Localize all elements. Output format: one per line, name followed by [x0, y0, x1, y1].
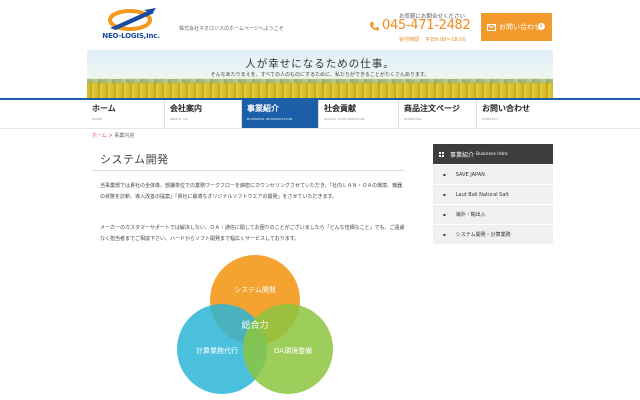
sidebar-item-laut-bali[interactable]: ▪ Laut Bali Natural Salt [433, 184, 553, 204]
sidebar-heading: 事業紹介 Business Intro [433, 144, 553, 164]
nav-sublabel: BUSINESS INTRODUCTION [247, 117, 293, 121]
nav-item-about[interactable]: 会社案内 ABOUT US [165, 100, 242, 128]
grid-icon [439, 151, 444, 157]
sidebar-item-save-japan[interactable]: ▪ SAVE JAPAN [433, 164, 553, 184]
nav-sublabel: ABOUT US [170, 117, 188, 121]
phone-icon [370, 21, 380, 31]
sidebar-item-system-dev[interactable]: ▪ システム開発・計算業務 [433, 224, 553, 244]
nav-bottom-border [0, 128, 640, 129]
nav-label: ホーム [92, 104, 116, 113]
bullet-icon: ▪ [443, 192, 446, 197]
nav-label: 社会貢献 [324, 104, 356, 113]
venn-label-right: OA環境整備 [274, 346, 312, 355]
nav-sublabel: SOCIAL CONTRIBUTION [324, 117, 365, 121]
nav-item-home[interactable]: ホーム HOME [87, 100, 165, 128]
logo-text: NEO-LOGIS,Inc. [102, 32, 160, 40]
nav-item-business[interactable]: 事業紹介 BUSINESS INTRODUCTION [242, 100, 319, 128]
intro-paragraph: 当事業部では貴社の全体像、部課単位での業務ワークフローを綿密にカウンセリングさせ… [100, 183, 403, 200]
sidebar-item-label: SAVE JAPAN [455, 171, 485, 178]
nav-sublabel: CONTACT [482, 117, 499, 121]
site-header: NEO-LOGIS,Inc. 株式会社ネオロジスのホームページへようこそ お気軽… [0, 0, 640, 50]
bullet-icon: ▪ [443, 172, 446, 177]
sidebar-heading-label: 事業紹介 [450, 151, 475, 159]
sidebar-heading-en: Business Intro [476, 151, 508, 157]
nav-item-social[interactable]: 社会貢献 SOCIAL CONTRIBUTION [319, 100, 399, 128]
breadcrumb-home-link[interactable]: ホーム [92, 133, 107, 139]
bullet-icon: ▪ [443, 232, 446, 237]
page-title: システム開発 [100, 153, 169, 166]
sidebar-item-label: 海外・輸出入 [455, 212, 486, 218]
venn-label-center: 総合力 [241, 319, 268, 331]
nav-item-shopping[interactable]: 商品注文ページ SHOPPING [399, 100, 477, 128]
inquiry-button-label: お問い合わせ [499, 23, 541, 31]
hero-banner: 人が幸せになるための仕事。 そんなあたりまえを、すべての人のものにするために、私… [87, 50, 553, 99]
arrow-right-icon: ▸ [538, 23, 545, 30]
business-hours: 平日9:00〜18:00 [425, 37, 466, 43]
nav-label: 事業紹介 [247, 104, 279, 113]
welcome-text: 株式会社ネオロジスのホームページへようこそ [179, 26, 284, 32]
support-paragraph: メーカーのカスタマーサポートでは解決しない、ＯＡ・通信に関してお困りのことがござ… [100, 225, 405, 242]
inquiry-button[interactable]: お問い合わせ ▸ [481, 13, 552, 41]
sidebar-item-label: システム開発・計算業務 [455, 232, 511, 238]
breadcrumb-current: 事業内容 [114, 133, 135, 139]
phone-number[interactable]: 045-471-2482 [382, 18, 471, 33]
hero-title: 人が幸せになるための仕事。 [245, 58, 395, 70]
sidebar-item-label: Laut Bali Natural Salt [455, 191, 509, 198]
bullet-icon: ▪ [443, 212, 446, 217]
venn-label-top: システム開発 [234, 285, 276, 294]
sidebar: 事業紹介 Business Intro ▪ SAVE JAPAN ▪ Laut … [433, 144, 553, 244]
venn-label-left: 計算業務代行 [196, 346, 238, 355]
nav-label: 商品注文ページ [404, 104, 460, 113]
nav-label: お問い合わせ [482, 104, 530, 113]
hours-label: 受付時間 [399, 37, 420, 43]
title-divider [92, 170, 405, 171]
nav-label: 会社案内 [170, 104, 202, 113]
hero-subtitle: そんなあたりまえを、すべての人のものにするために、私たちができることがたくさんあ… [210, 72, 430, 78]
breadcrumb: ホーム > 事業内容 [92, 132, 134, 139]
venn-diagram: システム開発 計算業務代行 OA環境整備 総合力 [170, 255, 340, 400]
rapeseed-field-image [87, 83, 553, 99]
company-logo[interactable]: NEO-LOGIS,Inc. [100, 6, 162, 44]
nav-item-contact[interactable]: お問い合わせ CONTACT [477, 100, 553, 128]
mail-icon [487, 23, 496, 31]
nav-sublabel: SHOPPING [404, 117, 422, 121]
main-nav: ホーム HOME 会社案内 ABOUT US 事業紹介 BUSINESS INT… [87, 100, 553, 128]
sidebar-item-overseas[interactable]: ▪ 海外・輸出入 [433, 204, 553, 224]
nav-sublabel: HOME [92, 117, 103, 121]
